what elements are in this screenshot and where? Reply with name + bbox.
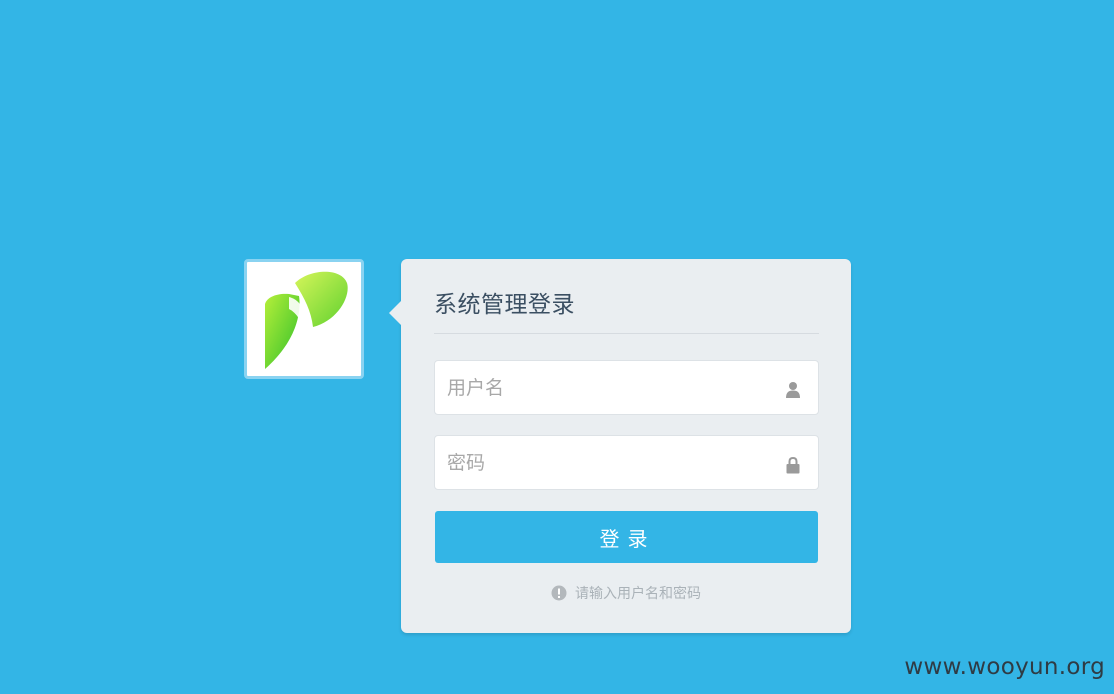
login-button[interactable]: 登录 [435,511,818,563]
watermark: www.wooyun.org [904,654,1105,680]
logo-box [244,259,364,379]
login-hint: 请输入用户名和密码 [401,583,851,603]
lock-icon [786,456,800,474]
login-card: 系统管理登录 登录 请输入用户名和密码 [389,259,851,633]
username-field[interactable] [434,360,819,415]
username-input[interactable] [435,361,777,414]
user-icon [786,382,800,398]
leaf-p-logo-icon [265,271,348,369]
page-title: 系统管理登录 [434,292,575,318]
title-divider [434,333,819,334]
card-pointer-arrow [389,301,401,325]
password-input[interactable] [435,436,777,489]
info-icon [551,585,567,601]
password-field[interactable] [434,435,819,490]
hint-text: 请输入用户名和密码 [575,586,701,602]
